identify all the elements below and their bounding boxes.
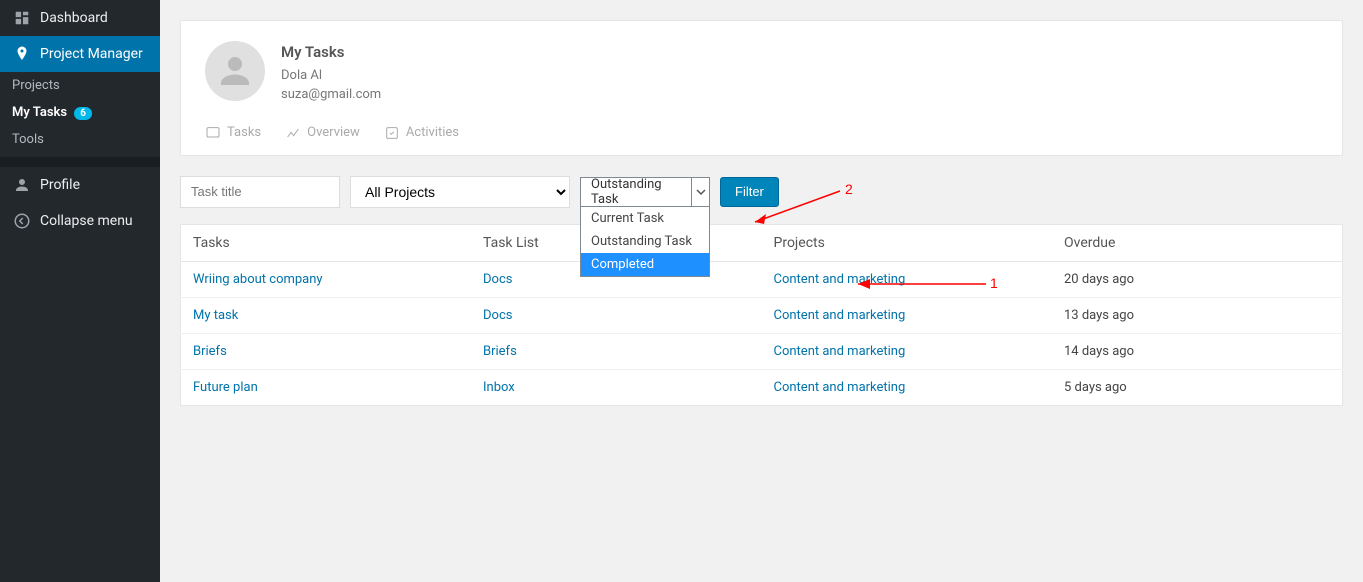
main-content: My Tasks Dola Al suza@gmail.com Tasks Ov… <box>160 0 1363 582</box>
task-title-input[interactable] <box>180 176 340 208</box>
sidebar-item-label: Project Manager <box>40 46 143 62</box>
col-projects: Projects <box>762 224 1053 261</box>
sidebar: Dashboard Project Manager Projects My Ta… <box>0 0 160 582</box>
chevron-down-icon[interactable] <box>691 178 709 206</box>
table-header-row: Tasks Task List Projects Overdue <box>181 224 1343 261</box>
task-link[interactable]: My task <box>193 308 238 323</box>
sidebar-divider <box>0 157 160 167</box>
user-name: Dola Al <box>281 66 381 86</box>
status-option-current[interactable]: Current Task <box>581 207 709 230</box>
sidebar-sub-tools[interactable]: Tools <box>0 126 160 153</box>
sidebar-item-collapse[interactable]: Collapse menu <box>0 203 160 239</box>
project-link[interactable]: Content and marketing <box>774 380 906 395</box>
tasklist-link[interactable]: Briefs <box>483 344 517 359</box>
sidebar-item-label: Profile <box>40 177 80 193</box>
my-tasks-badge: 6 <box>74 107 92 120</box>
overdue-text: 14 days ago <box>1064 344 1134 359</box>
filter-button[interactable]: Filter <box>720 177 779 207</box>
overdue-text: 20 days ago <box>1064 272 1134 287</box>
project-link[interactable]: Content and marketing <box>774 344 906 359</box>
sidebar-sub-my-tasks[interactable]: My Tasks 6 <box>0 99 160 126</box>
tab-overview[interactable]: Overview <box>285 125 360 141</box>
table-row: Future plan Inbox Content and marketing 5 d… <box>181 369 1343 405</box>
projects-select[interactable]: All Projects <box>350 176 570 208</box>
user-card: My Tasks Dola Al suza@gmail.com Tasks Ov… <box>180 20 1343 156</box>
task-link[interactable]: Future plan <box>193 380 258 395</box>
col-tasks: Tasks <box>181 224 472 261</box>
status-selected: Outstanding Task <box>581 177 691 207</box>
user-icon <box>12 175 32 195</box>
collapse-icon <box>12 211 32 231</box>
col-overdue: Overdue <box>1052 224 1343 261</box>
tab-tasks[interactable]: Tasks <box>205 125 261 141</box>
sidebar-item-label: Collapse menu <box>40 213 133 229</box>
task-link[interactable]: Briefs <box>193 344 227 359</box>
project-link[interactable]: Content and marketing <box>774 272 906 287</box>
card-tabs: Tasks Overview Activities <box>181 115 1342 155</box>
activity-icon <box>384 125 400 141</box>
sidebar-item-label: Dashboard <box>40 10 108 26</box>
status-dropdown-menu: Current Task Outstanding Task Completed <box>580 207 710 277</box>
tasks-table: Tasks Task List Projects Overdue Wriing … <box>180 224 1343 406</box>
chart-icon <box>285 125 301 141</box>
avatar <box>205 41 265 101</box>
sidebar-item-dashboard[interactable]: Dashboard <box>0 0 160 36</box>
overdue-text: 13 days ago <box>1064 308 1134 323</box>
dashboard-icon <box>12 8 32 28</box>
project-link[interactable]: Content and marketing <box>774 308 906 323</box>
sidebar-item-profile[interactable]: Profile <box>0 167 160 203</box>
overdue-text: 5 days ago <box>1064 380 1127 395</box>
checklist-icon <box>205 125 221 141</box>
page-title: My Tasks <box>281 41 381 64</box>
tasklist-link[interactable]: Inbox <box>483 380 515 395</box>
tasklist-link[interactable]: Docs <box>483 272 512 287</box>
tasklist-link[interactable]: Docs <box>483 308 512 323</box>
table-row: Briefs Briefs Content and marketing 14 days… <box>181 333 1343 369</box>
tab-activities[interactable]: Activities <box>384 125 459 141</box>
user-email: suza@gmail.com <box>281 85 381 105</box>
task-link[interactable]: Wriing about company <box>193 272 323 287</box>
status-option-outstanding[interactable]: Outstanding Task <box>581 230 709 253</box>
status-dropdown: Outstanding Task Current Task Outstandin… <box>580 177 710 207</box>
table-row: Wriing about company Docs Content and mark… <box>181 261 1343 297</box>
status-option-completed[interactable]: Completed <box>581 253 709 276</box>
filter-bar: All Projects Outstanding Task Current Ta… <box>180 176 1343 208</box>
pm-icon <box>12 44 32 64</box>
sidebar-sub-projects[interactable]: Projects <box>0 72 160 99</box>
sidebar-item-project-manager[interactable]: Project Manager <box>0 36 160 72</box>
table-row: My task Docs Content and marketing 13 days … <box>181 297 1343 333</box>
